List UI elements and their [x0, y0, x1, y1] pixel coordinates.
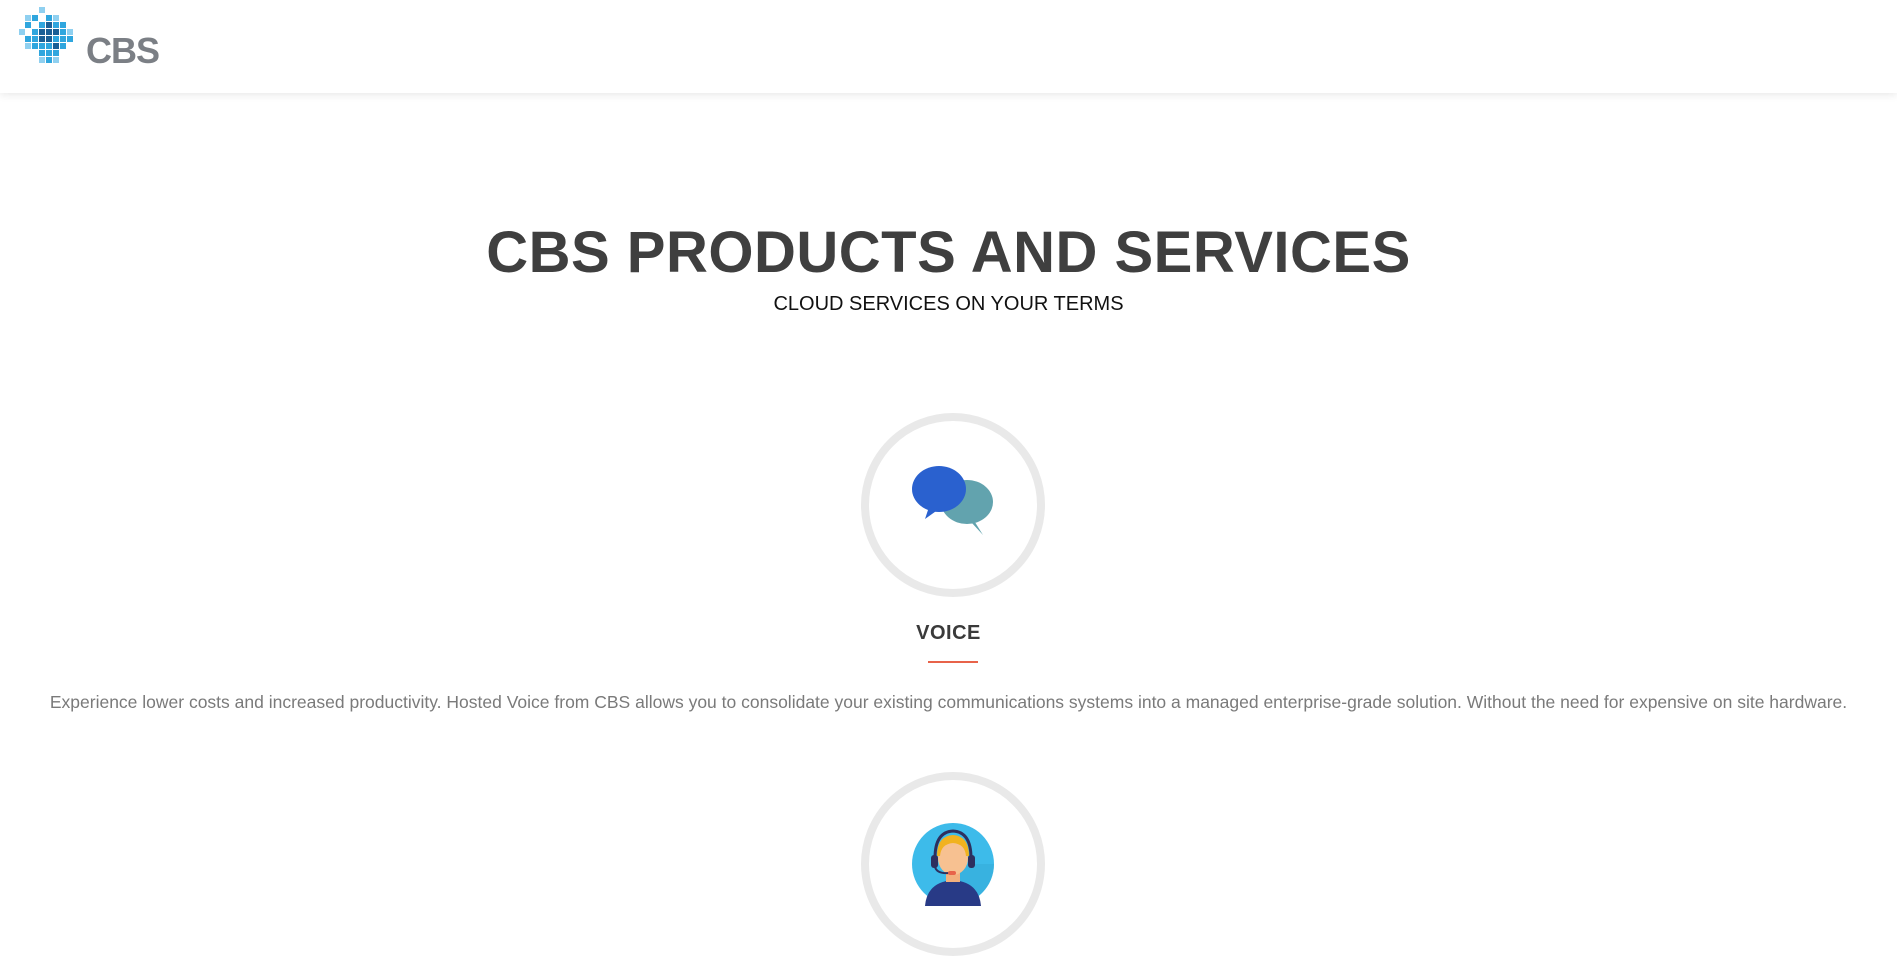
speech-bubbles-icon	[912, 466, 993, 535]
service-title-voice: VOICE	[916, 622, 981, 644]
service-description-voice: Experience lower costs and increased pro…	[49, 692, 1848, 712]
page-subtitle: CLOUD SERVICES ON YOUR TERMS	[773, 293, 1124, 315]
logo-text: CBS	[86, 30, 159, 71]
cbs-logo: CBS	[19, 7, 160, 71]
voice-icon-circle	[861, 413, 1045, 597]
support-icon-circle	[861, 772, 1045, 956]
site-header: CBS	[0, 0, 1897, 93]
support-agent-icon	[912, 823, 994, 906]
page-title: CBS PRODUCTS AND SERVICES	[486, 220, 1411, 285]
title-divider	[928, 661, 978, 663]
